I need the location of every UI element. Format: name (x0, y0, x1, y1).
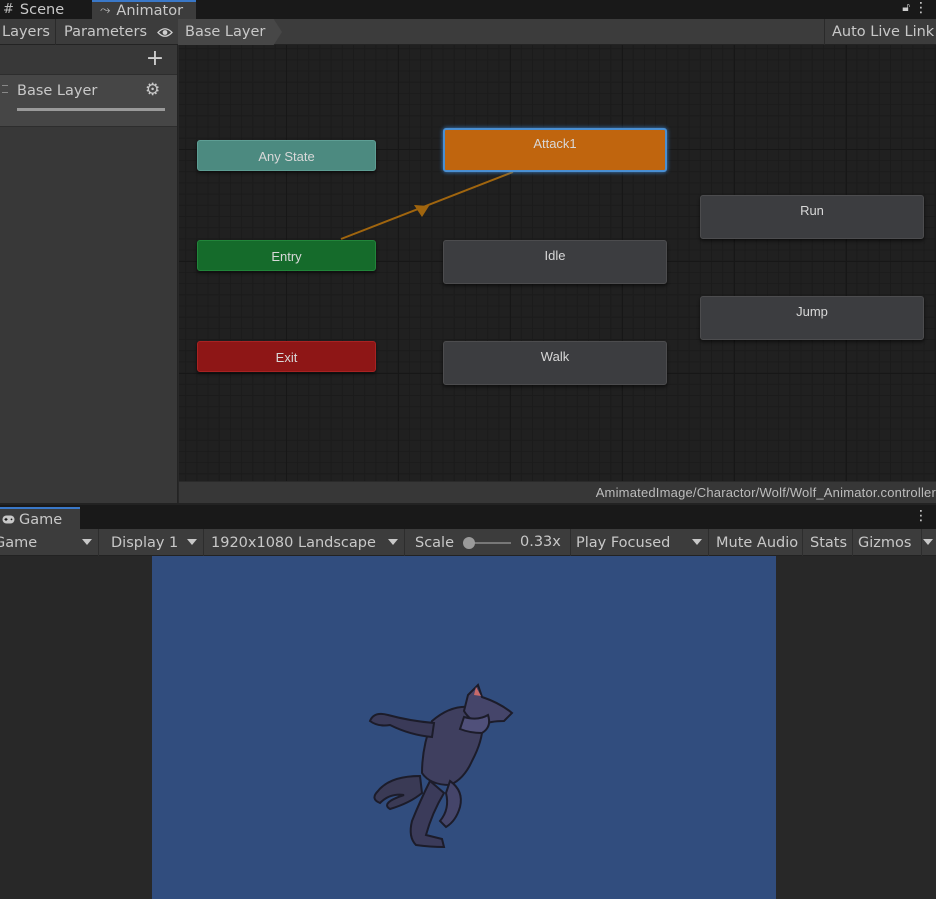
play-mode-label: Play Focused (576, 534, 671, 551)
gizmos-label: Gizmos (858, 534, 912, 551)
lock-icon[interactable]: 🔓︎ (902, 0, 910, 15)
tab-layers[interactable]: Layers (0, 19, 56, 45)
game-viewport (0, 556, 936, 899)
auto-live-link-label: Auto Live Link (832, 24, 935, 40)
state-label: Exit (275, 350, 298, 365)
display-dropdown[interactable]: Display 1 (104, 529, 204, 556)
state-node-jump[interactable]: Jump (700, 296, 924, 340)
display-label: Display 1 (111, 534, 179, 551)
chevron-down-icon (82, 539, 92, 545)
chevron-down-icon (388, 539, 398, 545)
play-mode-dropdown[interactable]: Play Focused (571, 529, 709, 556)
tab-game[interactable]: Game (0, 507, 80, 531)
breadcrumb[interactable]: Base Layer (178, 19, 282, 45)
tab-scene-label: Scene (19, 1, 65, 18)
more-options-icon[interactable]: ⋮ (914, 508, 928, 524)
state-label: Jump (796, 304, 828, 319)
game-tab-strip: Game ⋮ (0, 503, 936, 531)
add-layer-button[interactable]: + (145, 48, 165, 70)
tab-animator-label: Animator (116, 2, 184, 19)
animator-graph[interactable]: Any State Entry Exit Attack1 Idle Walk R… (179, 45, 936, 481)
chevron-down-icon (187, 539, 197, 545)
tab-game-label: Game (19, 512, 63, 528)
layers-panel: + Base Layer ⚙ (0, 45, 178, 503)
layer-name: Base Layer (17, 83, 98, 99)
wolf-sprite (368, 683, 514, 849)
editor-tab-strip: # Scene ⤳ Animator 🔓︎ ⋮ (0, 0, 936, 19)
layer-weight-bar (17, 108, 165, 111)
stats-toggle[interactable]: Stats (804, 529, 853, 556)
controller-path: AmimatedImage/Charactor/Wolf/Wolf_Animat… (595, 485, 936, 500)
breadcrumb-label: Base Layer (185, 24, 266, 40)
state-label: Idle (544, 248, 566, 263)
state-node-idle[interactable]: Idle (443, 240, 667, 284)
tab-parameters-label: Parameters (64, 24, 147, 40)
state-node-walk[interactable]: Walk (443, 341, 667, 385)
state-label: Walk (540, 349, 570, 364)
gear-icon[interactable]: ⚙ (145, 80, 160, 100)
auto-live-link-button[interactable]: Auto Live Link (824, 19, 936, 45)
view-mode-label: Game (0, 534, 38, 551)
scale-slider-handle[interactable] (463, 537, 475, 549)
stats-label: Stats (810, 534, 848, 551)
state-node-exit[interactable]: Exit (197, 341, 376, 372)
gizmos-dropdown[interactable] (922, 529, 936, 556)
state-node-attack1[interactable]: Attack1 (443, 128, 667, 172)
grid-icon: # (3, 2, 14, 17)
state-node-any-state[interactable]: Any State (197, 140, 376, 171)
game-canvas[interactable] (152, 556, 776, 899)
state-label: Run (800, 203, 824, 218)
chevron-down-icon (923, 539, 933, 545)
tab-layers-label: Layers (2, 24, 50, 40)
chevron-down-icon (692, 539, 702, 545)
layer-item-base[interactable]: Base Layer ⚙ (0, 74, 177, 127)
mute-audio-label: Mute Audio (716, 534, 799, 551)
state-node-entry[interactable]: Entry (197, 240, 376, 271)
graph-status-bar: AmimatedImage/Charactor/Wolf/Wolf_Animat… (179, 481, 936, 503)
mute-audio-toggle[interactable]: Mute Audio (710, 529, 803, 556)
game-toolbar: Game Display 1 1920x1080 Landscape Scale… (0, 529, 936, 556)
tab-animator[interactable]: ⤳ Animator (92, 0, 196, 19)
gizmos-toggle[interactable]: Gizmos (854, 529, 922, 556)
view-mode-dropdown[interactable]: Game (0, 529, 99, 556)
scale-label: Scale (415, 534, 455, 551)
state-node-run[interactable]: Run (700, 195, 924, 239)
scale-control: Scale 0.33x (407, 529, 571, 556)
state-label: Entry (271, 249, 302, 264)
animator-toolbar: Layers Parameters Base Layer Auto Live L… (0, 19, 936, 45)
gamepad-icon (2, 512, 15, 528)
resolution-label: 1920x1080 Landscape (211, 534, 376, 551)
drag-handle-icon[interactable] (2, 85, 8, 93)
eye-icon[interactable] (153, 19, 177, 45)
resolution-dropdown[interactable]: 1920x1080 Landscape (205, 529, 405, 556)
animator-icon: ⤳ (100, 3, 111, 18)
more-options-icon[interactable]: ⋮ (914, 0, 928, 16)
scale-value: 0.33x (520, 534, 561, 550)
state-label: Any State (258, 149, 315, 164)
state-label: Attack1 (533, 136, 577, 151)
tab-scene[interactable]: # Scene (0, 0, 88, 19)
